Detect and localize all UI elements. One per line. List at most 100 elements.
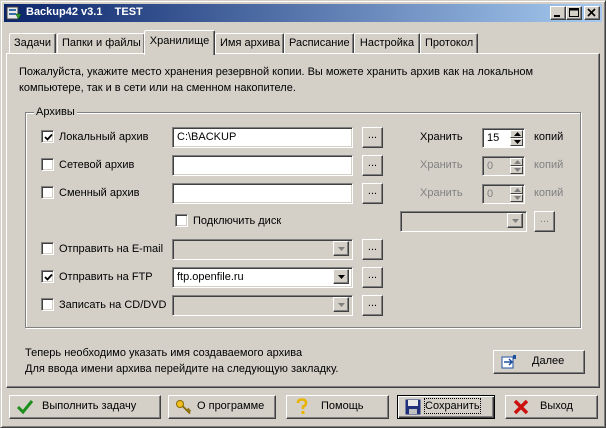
- email-browse-button[interactable]: ...: [362, 239, 383, 260]
- network-archive-browse-button[interactable]: ...: [362, 155, 383, 176]
- next-button[interactable]: Далее: [493, 350, 585, 374]
- exit-button[interactable]: Выход: [505, 395, 598, 419]
- local-copies-value: 15: [487, 132, 500, 144]
- tab-label: Протокол: [425, 37, 474, 49]
- save-label: Сохранить: [424, 398, 481, 414]
- cd-dvd-label: Записать на CD/DVD: [59, 299, 167, 311]
- email-label: Отправить на E-mail: [59, 243, 164, 255]
- tab-label: Хранилище: [149, 35, 210, 47]
- network-copies-value: 0: [487, 160, 494, 172]
- spin-down-button[interactable]: [510, 138, 523, 146]
- tab-label: Имя архива: [220, 37, 281, 49]
- connect-disk-checkbox[interactable]: [175, 214, 188, 227]
- tab-label: Настройка: [359, 37, 415, 49]
- ftp-label: Отправить на FTP: [59, 271, 153, 283]
- storage-panel: Пожалуйста, укажите место хранения резер…: [6, 53, 600, 388]
- removable-archive-path-input[interactable]: [172, 183, 353, 204]
- cd-dvd-checkbox[interactable]: [41, 298, 54, 311]
- ftp-select[interactable]: ftp.openfile.ru: [172, 267, 353, 288]
- ftp-checkbox[interactable]: [41, 270, 54, 283]
- cd-dvd-dropdown-button[interactable]: [333, 297, 349, 312]
- tab-tasks[interactable]: Задачи: [9, 33, 56, 54]
- close-icon: [587, 8, 596, 17]
- network-archive-path-input[interactable]: [172, 155, 353, 176]
- spin-down-button[interactable]: [510, 194, 523, 202]
- minimize-icon: [554, 15, 560, 17]
- arrow-up-icon: [514, 132, 521, 136]
- local-copies-label: копий: [534, 131, 564, 143]
- spin-up-button[interactable]: [510, 186, 523, 194]
- ftp-browse-button[interactable]: ...: [362, 267, 383, 288]
- local-archive-checkbox[interactable]: [41, 130, 54, 143]
- arrow-up-icon: [514, 188, 521, 192]
- next-tab-icon: [501, 355, 516, 369]
- title-bar[interactable]: Backup42 v3.1 TEST: [4, 4, 602, 22]
- tab-log[interactable]: Протокол: [420, 33, 478, 54]
- close-button[interactable]: [584, 6, 600, 20]
- email-checkbox[interactable]: [41, 242, 54, 255]
- spin-up-button[interactable]: [510, 158, 523, 166]
- about-button[interactable]: О программе: [168, 395, 276, 419]
- spinner-buttons: [510, 130, 523, 146]
- drive-select-dropdown-button[interactable]: [507, 213, 523, 228]
- next-button-label: Далее: [532, 355, 565, 367]
- chevron-down-icon: [338, 303, 345, 307]
- removable-archive-browse-button[interactable]: ...: [362, 183, 383, 204]
- checkmark-icon: [16, 400, 34, 415]
- removable-copies-label: копий: [534, 187, 564, 199]
- maximize-button[interactable]: [566, 6, 582, 20]
- tab-storage[interactable]: Хранилище: [144, 30, 215, 55]
- email-select[interactable]: [172, 239, 353, 260]
- group-title: Архивы: [34, 106, 77, 118]
- help-icon: [296, 398, 308, 414]
- network-copies-label: копий: [534, 159, 564, 171]
- email-dropdown-button[interactable]: [333, 241, 349, 256]
- checkmark-icon: [44, 133, 53, 141]
- minimize-button[interactable]: [550, 6, 566, 20]
- app-icon: [6, 6, 22, 20]
- checkmark-icon: [44, 273, 53, 281]
- spin-up-button[interactable]: [510, 130, 523, 138]
- ftp-dropdown-button[interactable]: [333, 269, 349, 284]
- network-archive-checkbox[interactable]: [41, 158, 54, 171]
- cd-dvd-browse-button[interactable]: ...: [362, 295, 383, 316]
- app-window: Backup42 v3.1 TEST Задачи Папки и файлы …: [0, 0, 606, 428]
- cd-dvd-select[interactable]: [172, 295, 353, 316]
- help-label: Помощь: [321, 400, 364, 412]
- save-button[interactable]: Сохранить: [397, 395, 495, 419]
- storage-description: Пожалуйста, укажите место хранения резер…: [19, 66, 534, 94]
- connect-disk-label: Подключить диск: [193, 215, 282, 227]
- run-task-label: Выполнить задачу: [42, 400, 137, 412]
- removable-archive-label: Сменный архив: [59, 187, 140, 199]
- spinner-buttons: [510, 158, 523, 174]
- spin-down-button[interactable]: [510, 166, 523, 174]
- tab-archive-name[interactable]: Имя архива: [215, 33, 284, 54]
- tab-folders-files[interactable]: Папки и файлы: [57, 33, 145, 54]
- close-icon: [513, 399, 529, 415]
- key-icon: [176, 400, 192, 415]
- tab-settings[interactable]: Настройка: [354, 33, 420, 54]
- removable-archive-checkbox[interactable]: [41, 186, 54, 199]
- hint-line-1: Теперь необходимо указать имя создаваемо…: [25, 347, 303, 359]
- help-button[interactable]: Помощь: [286, 395, 389, 419]
- tab-label: Расписание: [289, 37, 350, 49]
- drive-browse-button[interactable]: ...: [534, 211, 555, 232]
- maximize-icon: [569, 8, 579, 17]
- tab-schedule[interactable]: Расписание: [284, 33, 354, 54]
- window-title: Backup42 v3.1 TEST: [26, 6, 143, 18]
- local-copies-spinner[interactable]: 15: [482, 128, 525, 148]
- removable-copies-spinner[interactable]: 0: [482, 184, 525, 204]
- local-archive-path-input[interactable]: C:\BACKUP: [172, 127, 353, 148]
- chevron-down-icon: [512, 219, 519, 223]
- chevron-down-icon: [338, 247, 345, 251]
- chevron-down-icon: [338, 275, 345, 279]
- tab-label: Задачи: [14, 37, 51, 49]
- run-task-button[interactable]: Выполнить задачу: [9, 395, 161, 419]
- local-archive-browse-button[interactable]: ...: [362, 127, 383, 148]
- floppy-disk-icon: [405, 399, 421, 415]
- local-keep-label: Хранить: [420, 131, 463, 143]
- tab-label: Папки и файлы: [62, 37, 141, 49]
- spinner-buttons: [510, 186, 523, 202]
- hint-line-2: Для ввода имени архива перейдите на след…: [25, 363, 339, 375]
- network-copies-spinner[interactable]: 0: [482, 156, 525, 176]
